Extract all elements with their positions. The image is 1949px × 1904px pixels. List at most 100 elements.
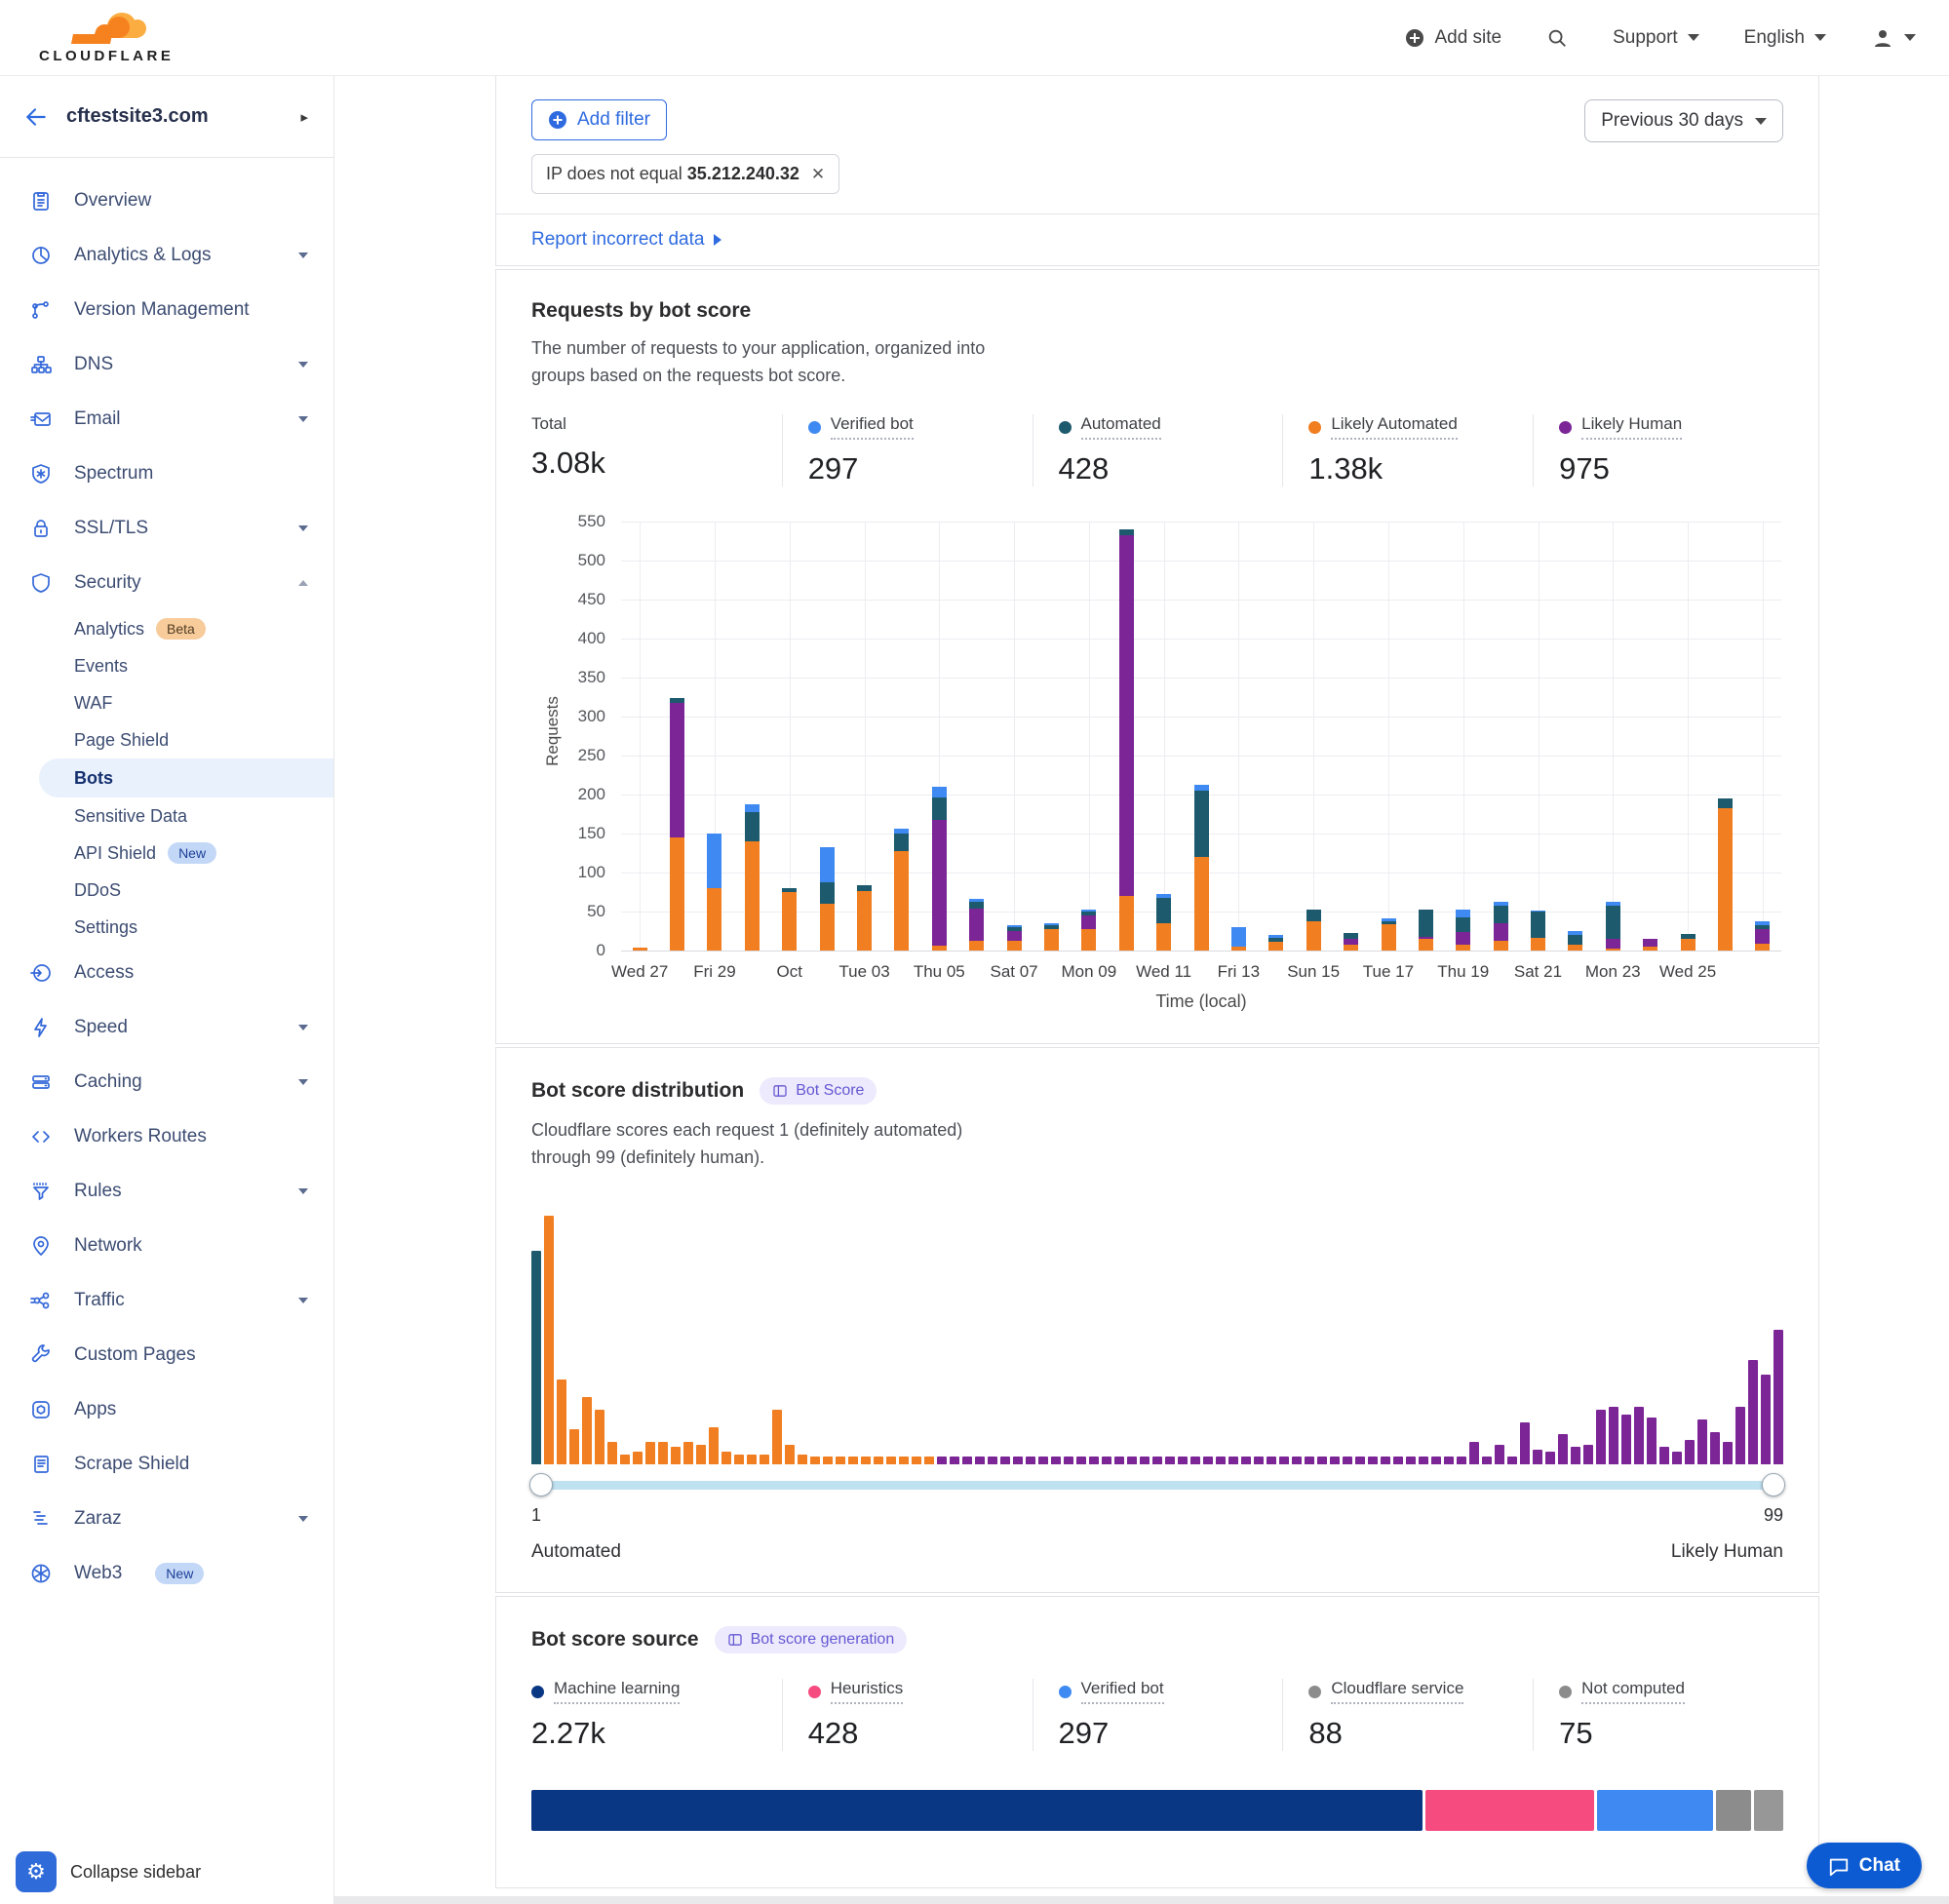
bar-segment-automated (1606, 906, 1620, 939)
language-menu[interactable]: English (1744, 27, 1826, 49)
bar-slot (1183, 522, 1220, 951)
chevron-down-icon (298, 1188, 308, 1194)
stat-label: Automated (1059, 414, 1161, 440)
sidebar-item-spectrum[interactable]: Spectrum (0, 447, 333, 501)
account-menu[interactable] (1871, 26, 1916, 50)
sidebar-item-network[interactable]: Network (0, 1219, 333, 1273)
bot-score-generation-docs-pill[interactable]: Bot score generation (715, 1626, 908, 1653)
y-axis-tick: 150 (531, 824, 605, 843)
histogram-bar (1469, 1442, 1479, 1464)
sidebar-subitem-label: Events (74, 656, 128, 677)
x-axis-tick: Wed 27 (611, 962, 668, 982)
sidebar-item-web3[interactable]: Web3New (0, 1546, 333, 1601)
stat-not-computed: Not computed75 (1533, 1679, 1783, 1751)
distribution-card-title: Bot score distribution (531, 1079, 744, 1103)
date-range-select[interactable]: Previous 30 days (1584, 99, 1783, 142)
stat-value: 75 (1559, 1716, 1768, 1751)
histogram-bar (1165, 1457, 1175, 1464)
bar-segment-automated (1531, 912, 1545, 938)
sidebar-item-rules[interactable]: Rules (0, 1164, 333, 1219)
traffic-icon (29, 1289, 53, 1312)
gear-icon[interactable]: ⚙ (16, 1851, 57, 1892)
slider-handle-min[interactable] (529, 1473, 553, 1496)
back-arrow-icon[interactable] (23, 104, 49, 130)
sidebar-item-ssl-tls[interactable]: SSL/TLS (0, 501, 333, 556)
sidebar-item-analytics[interactable]: AnalyticsBeta (0, 610, 333, 647)
sidebar-item-events[interactable]: Events (0, 647, 333, 684)
legend-dot-icon (1559, 421, 1572, 434)
requests-time-chart: Requests Time (local) 050100150200250300… (531, 522, 1783, 1014)
y-axis-tick: 50 (531, 902, 605, 921)
bar-segment-automated (894, 834, 909, 851)
bar-segment-likely-automated (1456, 945, 1470, 951)
sidebar-item-bots[interactable]: Bots (39, 758, 333, 797)
badge-beta: Beta (156, 618, 206, 640)
sidebar-item-page-shield[interactable]: Page Shield (0, 721, 333, 758)
sidebar-item-traffic[interactable]: Traffic (0, 1273, 333, 1328)
sidebar-item-analytics-logs[interactable]: Analytics & Logs (0, 228, 333, 283)
y-axis-tick: 400 (531, 629, 605, 648)
bar-slot (1669, 522, 1706, 951)
sidebar-item-security[interactable]: Security (0, 556, 333, 610)
sidebar-item-dns[interactable]: DNS (0, 337, 333, 392)
sidebar-item-access[interactable]: Access (0, 946, 333, 1000)
sidebar-item-overview[interactable]: Overview (0, 174, 333, 228)
sidebar-item-api-shield[interactable]: API ShieldNew (0, 835, 333, 872)
slider-handle-max[interactable] (1762, 1473, 1785, 1496)
y-axis-tick: 250 (531, 746, 605, 765)
site-switcher[interactable]: cftestsite3.com ▸ (0, 76, 333, 158)
requests-card-title: Requests by bot score (531, 299, 751, 323)
histogram-bar (823, 1457, 833, 1464)
slider-track[interactable] (533, 1481, 1781, 1490)
histogram-bar (1710, 1432, 1720, 1464)
histogram-bar (1127, 1457, 1137, 1464)
bar-segment-likely-automated (1606, 949, 1620, 951)
histogram-bar (1102, 1457, 1111, 1464)
bar-slot (621, 522, 658, 951)
search-button[interactable] (1546, 27, 1568, 49)
collapse-sidebar-control[interactable]: ⚙ Collapse sidebar (16, 1851, 201, 1892)
sidebar-item-ddos[interactable]: DDoS (0, 872, 333, 909)
bot-score-docs-pill[interactable]: Bot Score (760, 1077, 877, 1105)
bar-segment-likely-automated (1119, 896, 1134, 951)
sidebar-item-settings[interactable]: Settings (0, 909, 333, 946)
sidebar-item-scrape-shield[interactable]: Scrape Shield (0, 1437, 333, 1492)
bar-slot (883, 522, 920, 951)
stacked-bar (969, 899, 984, 951)
source-segment-not-computed (1754, 1790, 1783, 1831)
sidebar-item-caching[interactable]: Caching (0, 1055, 333, 1109)
sidebar-item-version-management[interactable]: Version Management (0, 283, 333, 337)
chat-button[interactable]: Chat (1807, 1843, 1922, 1888)
sidebar-item-label: Rules (74, 1181, 122, 1202)
sidebar-item-waf[interactable]: WAF (0, 684, 333, 721)
sidebar-item-email[interactable]: Email (0, 392, 333, 447)
chevron-right-icon[interactable]: ▸ (300, 108, 308, 126)
bar-segment-verified-bot (820, 847, 835, 883)
stacked-bar (1606, 902, 1620, 951)
x-axis-tick: Tue 03 (838, 962, 889, 982)
sidebar-item-zaraz[interactable]: Zaraz (0, 1492, 333, 1546)
filter-chip[interactable]: IP does not equal 35.212.240.32 ✕ (531, 154, 839, 194)
sidebar-item-apps[interactable]: Apps (0, 1382, 333, 1437)
bar-segment-automated (932, 797, 947, 819)
add-site-button[interactable]: Add site (1405, 27, 1501, 49)
legend-dot-icon (1059, 421, 1072, 434)
add-filter-button[interactable]: Add filter (531, 99, 667, 140)
bar-segment-likely-automated (932, 946, 947, 951)
category-min-label: Automated (531, 1541, 621, 1563)
legend-dot-icon (1308, 1686, 1321, 1698)
sidebar-subitem-label: API Shield (74, 843, 156, 864)
histogram-bar (1393, 1457, 1403, 1464)
close-icon[interactable]: ✕ (811, 165, 825, 184)
sidebar-item-custom-pages[interactable]: Custom Pages (0, 1328, 333, 1382)
sidebar-item-speed[interactable]: Speed (0, 1000, 333, 1055)
user-icon (1871, 26, 1894, 50)
sidebar-item-label: Zaraz (74, 1508, 122, 1530)
sidebar-item-workers-routes[interactable]: Workers Routes (0, 1109, 333, 1164)
report-incorrect-data-link[interactable]: Report incorrect data (531, 229, 721, 251)
legend-dot-icon (1059, 1686, 1072, 1698)
bar-slot (1258, 522, 1295, 951)
support-menu[interactable]: Support (1613, 27, 1699, 49)
cloudflare-logo[interactable]: CLOUDFLARE (39, 12, 174, 64)
sidebar-item-sensitive-data[interactable]: Sensitive Data (0, 797, 333, 835)
